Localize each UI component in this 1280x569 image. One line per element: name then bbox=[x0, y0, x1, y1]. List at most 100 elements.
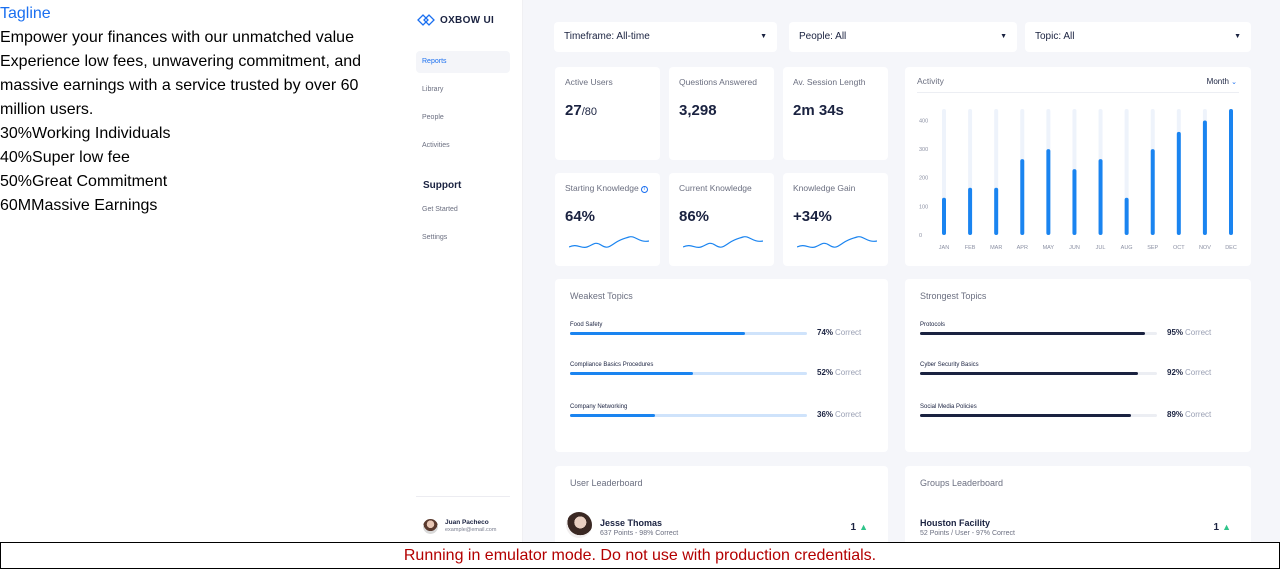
sidebar-item-reports[interactable]: Reports bbox=[416, 51, 510, 73]
topic-name: Social Media Policies bbox=[920, 404, 977, 410]
sidebar-item-people[interactable]: People bbox=[416, 107, 510, 129]
sidebar-divider bbox=[416, 496, 510, 497]
correct-label: Correct bbox=[1185, 368, 1212, 377]
info-icon[interactable]: i bbox=[640, 186, 648, 193]
topic-percent: 89% Correct bbox=[1167, 410, 1211, 419]
topic-select[interactable]: Topic: All ▼ bbox=[1025, 22, 1251, 52]
stat-card-active-users: Active Users 27/80 bbox=[555, 67, 660, 160]
stat-line: 60MMassive Earnings bbox=[0, 194, 395, 218]
stat-line: 50%Great Commitment bbox=[0, 170, 395, 194]
sparkline bbox=[683, 236, 763, 249]
progress-fill bbox=[920, 372, 1139, 375]
activity-bar-dec[interactable] bbox=[1229, 109, 1233, 235]
correct-label: Correct bbox=[835, 368, 862, 377]
activity-bar-apr[interactable] bbox=[1020, 159, 1025, 235]
stat-value: 64% bbox=[565, 208, 596, 225]
activity-bar-nov[interactable] bbox=[1202, 120, 1207, 235]
progress-fill bbox=[570, 332, 746, 335]
oxbow-logo-icon bbox=[417, 14, 435, 26]
activity-bar-aug[interactable] bbox=[1124, 197, 1129, 235]
stat-value: 40% bbox=[0, 149, 33, 166]
sidebar-item-settings[interactable]: Settings bbox=[416, 227, 510, 249]
progress-track bbox=[920, 372, 1157, 375]
headline: Empower your finances with our unmatched… bbox=[0, 29, 354, 46]
activity-bar-feb[interactable] bbox=[968, 187, 973, 235]
stat-label: Av. Session Length bbox=[793, 77, 866, 87]
activity-bar-jun[interactable] bbox=[1072, 169, 1077, 235]
stat-line: 30%Working Individuals bbox=[0, 122, 395, 146]
timeframe-select[interactable]: Timeframe: All-time ▼ bbox=[554, 22, 777, 52]
correct-label: Correct bbox=[835, 328, 862, 337]
marketing-block: Tagline Empower your finances with our u… bbox=[0, 2, 395, 218]
progress-track bbox=[570, 414, 807, 417]
progress-track bbox=[570, 332, 807, 335]
user-profile[interactable]: Juan Pacheco example@email.com bbox=[423, 519, 496, 534]
correct-label: Correct bbox=[835, 410, 862, 419]
x-tick-label: SEP bbox=[1147, 245, 1158, 251]
x-tick-label: AUG bbox=[1121, 245, 1133, 251]
topic-percent: 95% Correct bbox=[1167, 328, 1211, 337]
stat-label: Super low fee bbox=[32, 149, 130, 166]
x-tick-label: MAR bbox=[990, 245, 1002, 251]
progress-fill bbox=[570, 372, 694, 375]
people-select[interactable]: People: All ▼ bbox=[789, 22, 1017, 52]
topic-percent: 52% Correct bbox=[817, 368, 861, 377]
stat-card-current-knowledge: Current Knowledge 86% bbox=[669, 173, 774, 266]
stat-card-session-length: Av. Session Length 2m 34s bbox=[783, 67, 888, 160]
progress-fill bbox=[920, 414, 1131, 417]
progress-track bbox=[920, 332, 1157, 335]
topic-row: Compliance Basics Procedures 52% Correct bbox=[570, 362, 875, 382]
topic-row: Protocols 95% Correct bbox=[920, 322, 1225, 342]
correct-label: Correct bbox=[1185, 328, 1212, 337]
sidebar-item-get-started[interactable]: Get Started bbox=[416, 199, 510, 221]
activity-card: Activity Month ⌄ 0 100 200 300 400 JAN FEB MAR A… bbox=[905, 67, 1251, 266]
x-tick-label: MAY bbox=[1043, 245, 1055, 251]
x-tick-label: NOV bbox=[1199, 245, 1211, 251]
emulator-banner: Running in emulator mode. Do not use wit… bbox=[0, 542, 1280, 569]
y-tick-label: 100 bbox=[919, 204, 928, 210]
leaderboard-name: Houston Facility bbox=[920, 518, 991, 528]
sidebar-item-activities[interactable]: Activities bbox=[416, 135, 510, 157]
x-tick-label: JUL bbox=[1096, 245, 1106, 251]
activity-bar-mar[interactable] bbox=[994, 187, 999, 235]
avatar bbox=[423, 519, 438, 534]
card-title: User Leaderboard bbox=[570, 478, 643, 488]
progress-track bbox=[920, 414, 1157, 417]
activity-bar-may[interactable] bbox=[1046, 149, 1051, 235]
stat-value: 30% bbox=[0, 125, 33, 142]
percent-value: 52% bbox=[817, 368, 834, 377]
x-tick-label: OCT bbox=[1173, 245, 1185, 251]
activity-bar-oct[interactable] bbox=[1176, 131, 1181, 235]
x-tick-label: JAN bbox=[939, 245, 949, 251]
stat-label: Massive Earnings bbox=[31, 197, 158, 214]
activity-bar-jul[interactable] bbox=[1098, 159, 1103, 235]
topic-row: Social Media Policies 89% Correct bbox=[920, 404, 1225, 424]
correct-label: Correct bbox=[1185, 410, 1212, 419]
topic-name: Cyber Security Basics bbox=[920, 362, 979, 368]
stat-value: 60M bbox=[0, 197, 32, 214]
stat-label: Starting Knowledge i bbox=[565, 183, 648, 193]
stat-value: 86% bbox=[679, 208, 710, 225]
user-email: example@email.com bbox=[445, 527, 497, 533]
stat-label: Current Knowledge bbox=[679, 183, 752, 193]
stat-value: 2m 34s bbox=[793, 102, 844, 119]
people-select-value: People: All bbox=[799, 31, 847, 42]
stat-card-knowledge-gain: Knowledge Gain +34% bbox=[783, 173, 888, 266]
rank-up-icon: ▲ bbox=[1222, 522, 1231, 532]
topic-row: Cyber Security Basics 92% Correct bbox=[920, 362, 1225, 382]
activity-bar-sep[interactable] bbox=[1150, 149, 1155, 235]
sidebar-item-library[interactable]: Library bbox=[416, 79, 510, 101]
leaderboard-rank: 1 ▲ bbox=[1214, 522, 1231, 533]
topic-percent: 36% Correct bbox=[817, 410, 861, 419]
topic-name: Compliance Basics Procedures bbox=[570, 362, 654, 368]
x-tick-label: JUN bbox=[1069, 245, 1080, 251]
stat-label: Active Users bbox=[565, 77, 613, 87]
support-heading: Support bbox=[423, 180, 462, 191]
stat-value: 27/80 bbox=[565, 102, 597, 119]
brand-logo[interactable]: OXBOW UI bbox=[417, 13, 494, 27]
percent-value: 92% bbox=[1167, 368, 1184, 377]
y-tick-label: 300 bbox=[919, 147, 928, 153]
activity-bar-jan[interactable] bbox=[942, 197, 946, 235]
percent-value: 89% bbox=[1167, 410, 1184, 419]
stat-label-text: Starting Knowledge bbox=[565, 183, 639, 193]
